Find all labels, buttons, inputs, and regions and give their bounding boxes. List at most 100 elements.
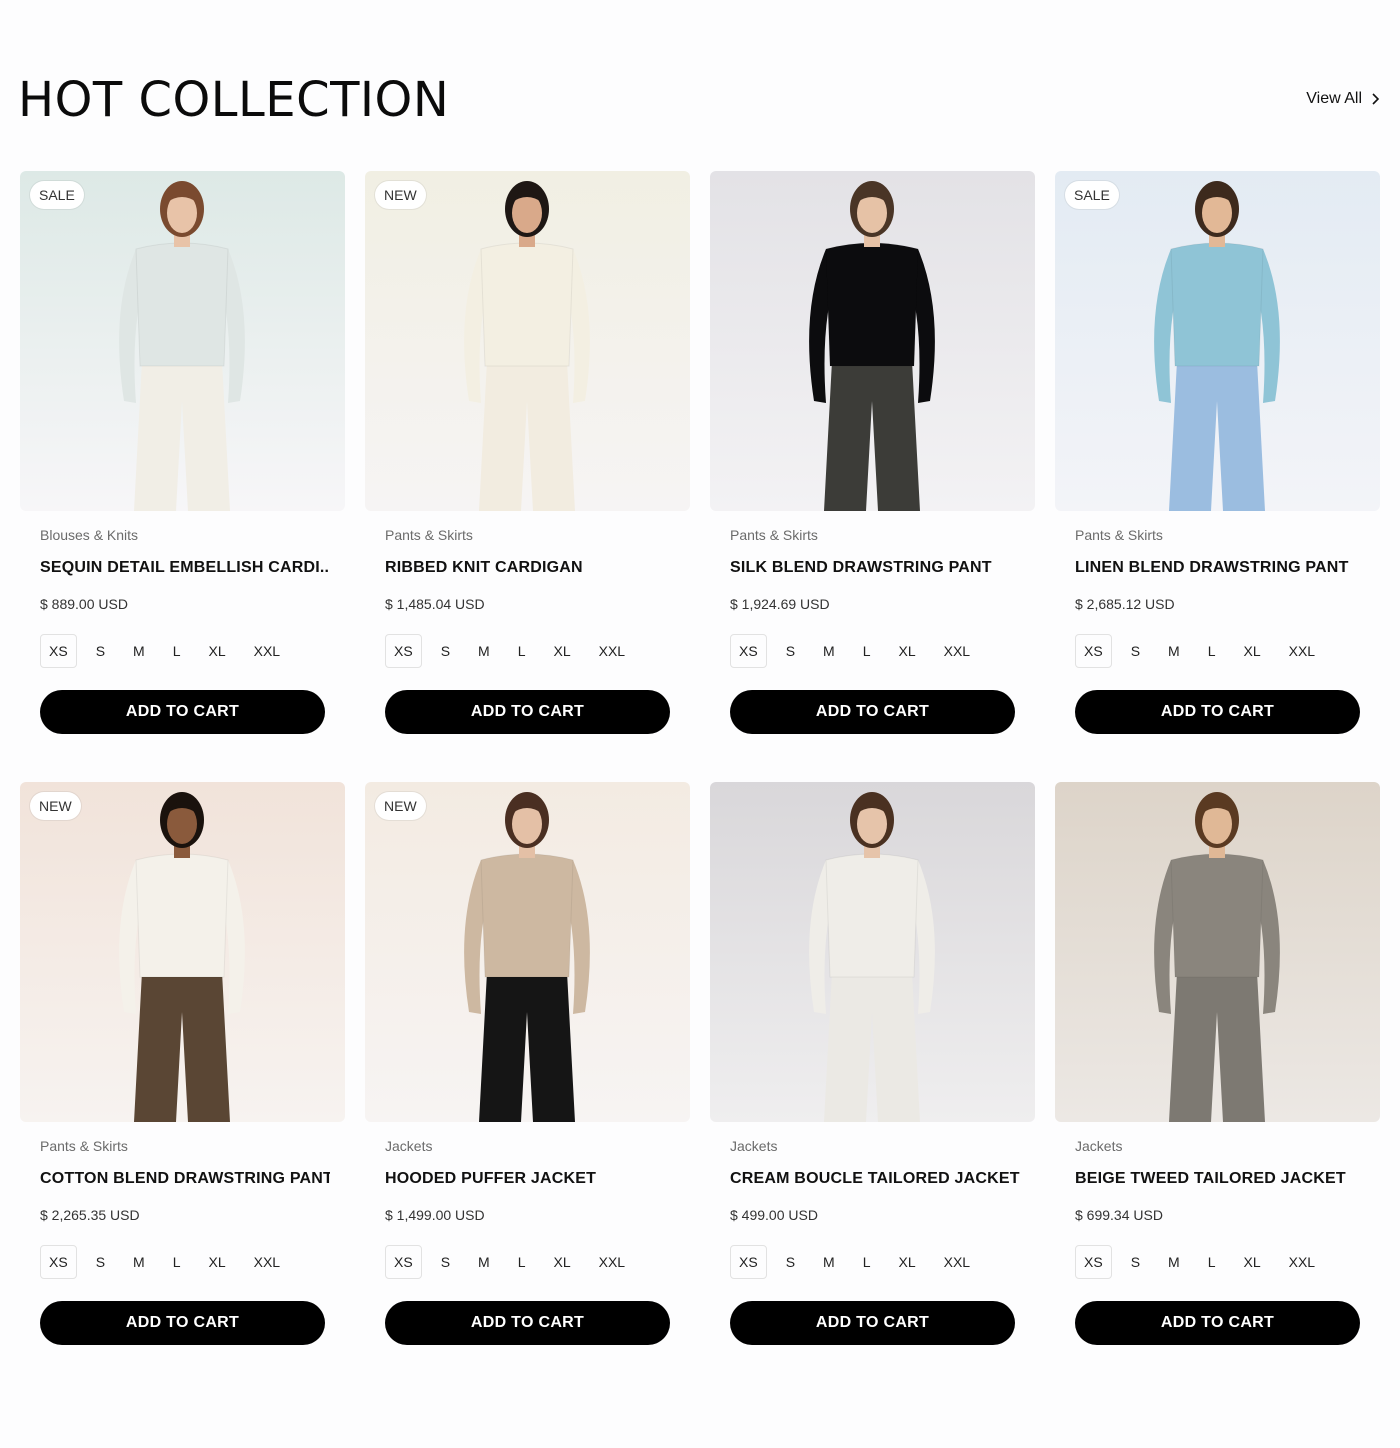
product-image[interactable]: SALE: [1055, 171, 1380, 511]
size-option[interactable]: L: [1199, 634, 1225, 668]
size-option[interactable]: L: [164, 634, 190, 668]
size-option[interactable]: M: [124, 634, 154, 668]
product-image[interactable]: NEW: [20, 782, 345, 1122]
view-all-link[interactable]: View All: [1306, 90, 1380, 108]
size-option[interactable]: L: [509, 1245, 535, 1279]
size-option[interactable]: XXL: [1280, 1245, 1324, 1279]
size-option[interactable]: S: [432, 1245, 459, 1279]
model-photo: [809, 181, 935, 511]
size-option[interactable]: XS: [385, 1245, 422, 1279]
size-option[interactable]: XXL: [590, 634, 634, 668]
size-option[interactable]: XXL: [590, 1245, 634, 1279]
size-option[interactable]: L: [854, 1245, 880, 1279]
size-selector: XS S M L XL XXL: [40, 1245, 299, 1279]
product-name[interactable]: LINEN BLEND DRAWSTRING PANT: [1075, 559, 1365, 577]
product-card[interactable]: NEW Pants & Skirts COTTON BLEND DRAWSTRING…: [20, 782, 345, 1347]
size-option[interactable]: M: [124, 1245, 154, 1279]
size-option[interactable]: XL: [200, 1245, 235, 1279]
add-to-cart-button[interactable]: ADD TO CART: [730, 1301, 1015, 1345]
add-to-cart-button[interactable]: ADD TO CART: [1075, 690, 1360, 734]
product-price: $ 2,265.35 USD: [40, 1207, 140, 1223]
size-option[interactable]: XL: [545, 634, 580, 668]
status-badge: NEW: [375, 792, 426, 820]
product-card[interactable]: NEW Jackets HOODED PUFFER JACKET $ 1,499.00…: [365, 782, 690, 1347]
status-badge: NEW: [30, 792, 81, 820]
size-option[interactable]: XL: [1235, 634, 1270, 668]
product-name[interactable]: CREAM BOUCLE TAILORED JACKET: [730, 1170, 1020, 1188]
size-option[interactable]: XS: [40, 1245, 77, 1279]
product-card[interactable]: Jackets BEIGE TWEED TAILORED JACKET $ 699.…: [1055, 782, 1380, 1347]
product-card[interactable]: Jackets CREAM BOUCLE TAILORED JACKET $ 499…: [710, 782, 1035, 1347]
product-image[interactable]: SALE: [20, 171, 345, 511]
product-price: $ 699.34 USD: [1075, 1207, 1163, 1223]
product-name[interactable]: HOODED PUFFER JACKET: [385, 1170, 675, 1188]
size-option[interactable]: S: [777, 634, 804, 668]
size-option[interactable]: M: [814, 634, 844, 668]
model-photo: [119, 181, 245, 511]
view-all-label: View All: [1306, 90, 1362, 107]
product-image[interactable]: [1055, 782, 1380, 1122]
size-option[interactable]: XXL: [935, 634, 979, 668]
product-name[interactable]: COTTON BLEND DRAWSTRING PANT: [40, 1170, 330, 1188]
model-photo: [464, 792, 590, 1122]
size-option[interactable]: XL: [890, 1245, 925, 1279]
size-option[interactable]: L: [164, 1245, 190, 1279]
product-name[interactable]: BEIGE TWEED TAILORED JACKET: [1075, 1170, 1365, 1188]
product-price: $ 1,499.00 USD: [385, 1207, 485, 1223]
product-image[interactable]: NEW: [365, 171, 690, 511]
size-option[interactable]: XS: [730, 1245, 767, 1279]
product-category: Pants & Skirts: [730, 527, 818, 543]
section-title: HOT COLLECTION: [18, 72, 450, 128]
size-option[interactable]: S: [1122, 634, 1149, 668]
size-option[interactable]: XXL: [245, 634, 289, 668]
size-option[interactable]: L: [509, 634, 535, 668]
size-option[interactable]: L: [854, 634, 880, 668]
product-price: $ 889.00 USD: [40, 596, 128, 612]
product-name[interactable]: SEQUIN DETAIL EMBELLISH CARDI...: [40, 559, 330, 577]
add-to-cart-button[interactable]: ADD TO CART: [40, 690, 325, 734]
size-option[interactable]: XS: [1075, 1245, 1112, 1279]
product-card[interactable]: Pants & Skirts SILK BLEND DRAWSTRING PANT…: [710, 171, 1035, 736]
size-option[interactable]: XS: [40, 634, 77, 668]
size-option[interactable]: M: [469, 1245, 499, 1279]
size-option[interactable]: S: [1122, 1245, 1149, 1279]
size-selector: XS S M L XL XXL: [1075, 1245, 1334, 1279]
size-option[interactable]: XS: [730, 634, 767, 668]
product-category: Pants & Skirts: [385, 527, 473, 543]
size-option[interactable]: XXL: [245, 1245, 289, 1279]
size-option[interactable]: S: [777, 1245, 804, 1279]
size-option[interactable]: XL: [1235, 1245, 1270, 1279]
size-option[interactable]: S: [87, 634, 114, 668]
size-option[interactable]: M: [1159, 1245, 1189, 1279]
product-card[interactable]: SALE Pants & Skirts LINEN BLEND DRAWSTRING…: [1055, 171, 1380, 736]
size-option[interactable]: XL: [200, 634, 235, 668]
product-price: $ 499.00 USD: [730, 1207, 818, 1223]
add-to-cart-button[interactable]: ADD TO CART: [40, 1301, 325, 1345]
size-selector: XS S M L XL XXL: [385, 1245, 644, 1279]
size-option[interactable]: XS: [1075, 634, 1112, 668]
product-image[interactable]: [710, 171, 1035, 511]
product-card[interactable]: SALE Blouses & Knits SEQUIN DETAIL EMBELLI…: [20, 171, 345, 736]
product-image[interactable]: NEW: [365, 782, 690, 1122]
size-option[interactable]: XS: [385, 634, 422, 668]
size-option[interactable]: XL: [545, 1245, 580, 1279]
add-to-cart-button[interactable]: ADD TO CART: [385, 1301, 670, 1345]
size-option[interactable]: M: [814, 1245, 844, 1279]
product-name[interactable]: SILK BLEND DRAWSTRING PANT: [730, 559, 1020, 577]
product-name[interactable]: RIBBED KNIT CARDIGAN: [385, 559, 675, 577]
add-to-cart-button[interactable]: ADD TO CART: [730, 690, 1015, 734]
size-option[interactable]: M: [469, 634, 499, 668]
product-image[interactable]: [710, 782, 1035, 1122]
add-to-cart-button[interactable]: ADD TO CART: [385, 690, 670, 734]
size-option[interactable]: S: [432, 634, 459, 668]
size-option[interactable]: S: [87, 1245, 114, 1279]
product-card[interactable]: NEW Pants & Skirts RIBBED KNIT CARDIGAN $ 1…: [365, 171, 690, 736]
size-option[interactable]: XXL: [1280, 634, 1324, 668]
size-option[interactable]: XXL: [935, 1245, 979, 1279]
size-option[interactable]: XL: [890, 634, 925, 668]
add-to-cart-button[interactable]: ADD TO CART: [1075, 1301, 1360, 1345]
size-option[interactable]: M: [1159, 634, 1189, 668]
size-option[interactable]: L: [1199, 1245, 1225, 1279]
model-photo: [119, 792, 245, 1122]
size-selector: XS S M L XL XXL: [730, 1245, 989, 1279]
